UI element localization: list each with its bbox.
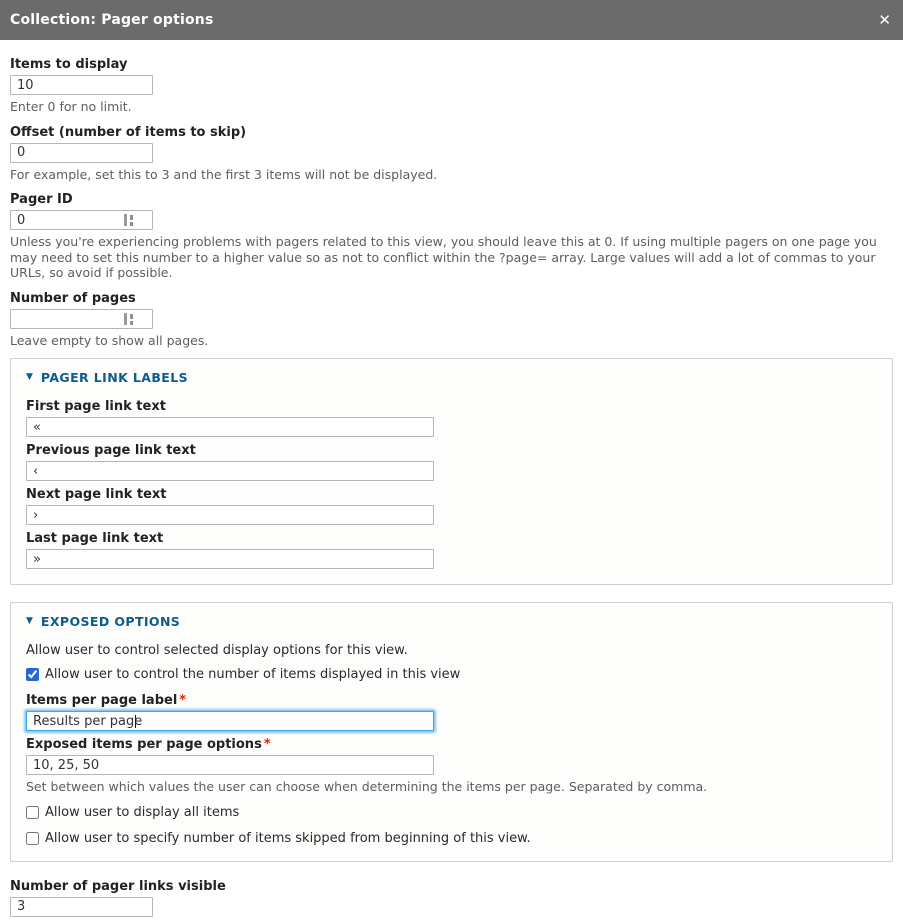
exposed-options-description: Allow user to control selected display o… [26,643,877,658]
exposed-options-fieldset: ▼ EXPOSED OPTIONS Allow user to control … [10,602,893,862]
items-per-page-label-label: Items per page label* [26,693,877,708]
items-to-display-help: Enter 0 for no limit. [10,99,893,115]
required-mark: * [262,737,271,752]
last-page-link-group: Last page link text [26,531,877,569]
pager-id-group: Pager ID Unless you're experiencing prob… [10,192,893,281]
exposed-items-options-group: Exposed items per page options* Set betw… [26,737,877,795]
offset-input[interactable] [10,143,153,163]
required-mark: * [177,693,186,708]
first-page-link-input[interactable] [26,417,434,437]
exposed-items-options-label: Exposed items per page options* [26,737,877,752]
items-per-page-label-group: Items per page label* [26,693,877,731]
number-of-pages-help: Leave empty to show all pages. [10,333,893,349]
pager-links-visible-input[interactable] [10,897,153,917]
items-to-display-group: Items to display Enter 0 for no limit. [10,57,893,115]
number-of-pages-group: Number of pages Leave empty to show all … [10,291,893,349]
exposed-items-options-input[interactable] [26,755,434,775]
offset-group: Offset (number of items to skip) For exa… [10,125,893,183]
allow-display-all-checkbox-row[interactable]: Allow user to display all items [26,805,877,820]
text-caret [135,715,136,728]
pager-link-labels-fieldset: ▼ PAGER LINK LABELS First page link text… [10,358,893,585]
close-icon[interactable]: ✕ [878,13,891,28]
collapse-arrow-icon: ▼ [26,373,33,382]
offset-label: Offset (number of items to skip) [10,125,893,140]
exposed-options-legend[interactable]: ▼ EXPOSED OPTIONS [26,614,877,629]
pager-id-label: Pager ID [10,192,893,207]
next-page-link-label: Next page link text [26,487,877,502]
dialog-title: Collection: Pager options [10,12,214,28]
items-per-page-label-input[interactable] [26,711,434,731]
allow-control-items-checkbox[interactable] [26,668,39,681]
next-page-link-group: Next page link text [26,487,877,525]
collapse-arrow-icon: ▼ [26,617,33,626]
dialog-header: Collection: Pager options ✕ [0,0,903,40]
first-page-link-group: First page link text [26,399,877,437]
next-page-link-input[interactable] [26,505,434,525]
pager-links-visible-label: Number of pager links visible [10,879,893,894]
number-spinner-icon[interactable] [124,214,133,226]
items-to-display-label: Items to display [10,57,893,72]
number-spinner-icon[interactable] [124,313,133,325]
previous-page-link-input[interactable] [26,461,434,481]
allow-skip-items-checkbox-row[interactable]: Allow user to specify number of items sk… [26,831,877,846]
allow-display-all-checkbox[interactable] [26,806,39,819]
previous-page-link-group: Previous page link text [26,443,877,481]
dialog-body: Items to display Enter 0 for no limit. O… [0,40,903,920]
number-of-pages-label: Number of pages [10,291,893,306]
last-page-link-label: Last page link text [26,531,877,546]
first-page-link-label: First page link text [26,399,877,414]
allow-control-items-checkbox-row[interactable]: Allow user to control the number of item… [26,667,877,682]
previous-page-link-label: Previous page link text [26,443,877,458]
last-page-link-input[interactable] [26,549,434,569]
pager-links-visible-group: Number of pager links visible Specify th… [10,879,893,920]
pager-link-labels-legend[interactable]: ▼ PAGER LINK LABELS [26,370,877,385]
exposed-items-options-help: Set between which values the user can ch… [26,779,877,795]
offset-help: For example, set this to 3 and the first… [10,167,893,183]
pager-id-help: Unless you're experiencing problems with… [10,234,893,281]
items-to-display-input[interactable] [10,75,153,95]
allow-skip-items-checkbox[interactable] [26,832,39,845]
